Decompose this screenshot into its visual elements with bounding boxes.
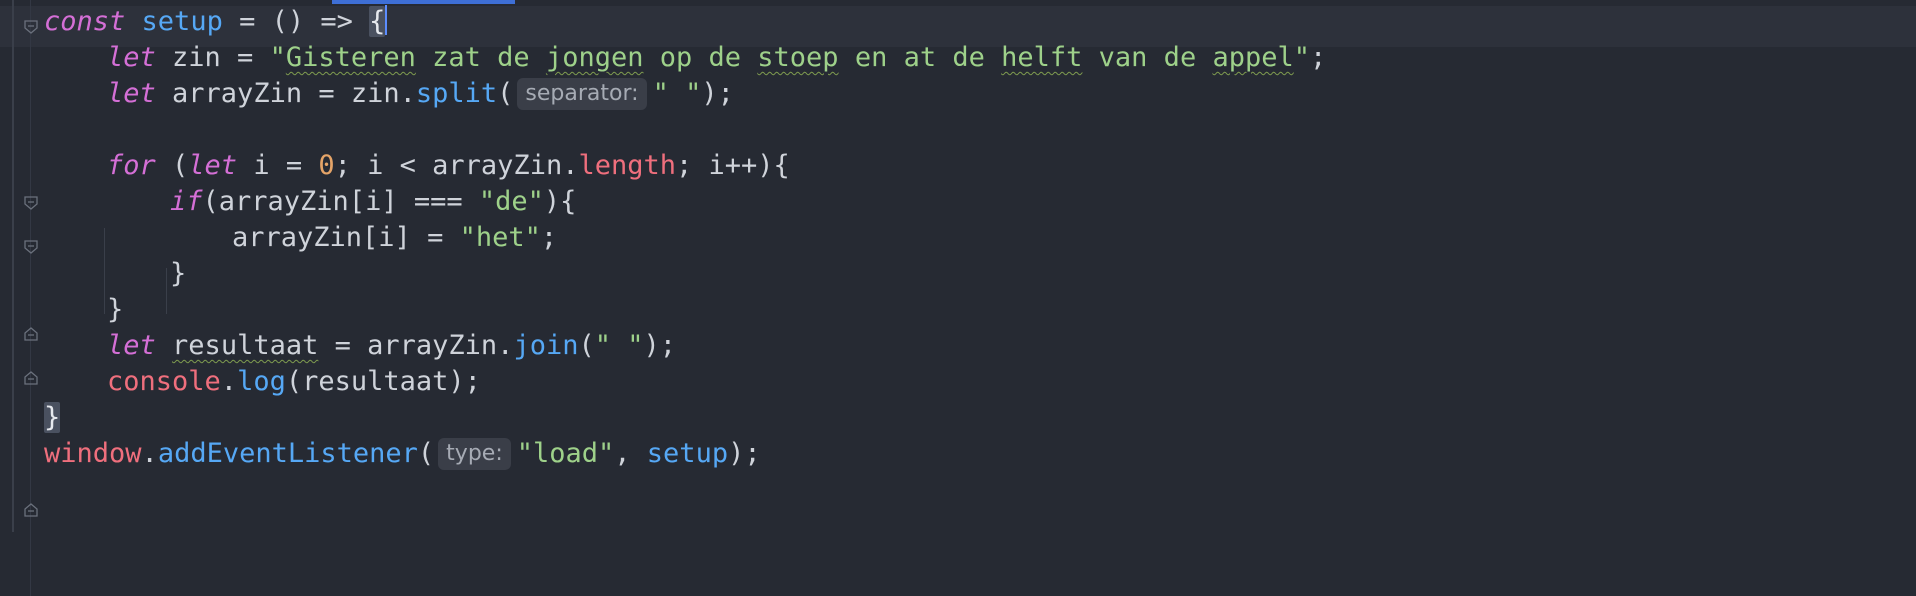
code-token: window [44, 438, 142, 469]
code-token: log [237, 366, 286, 397]
code-token: split [415, 78, 498, 109]
code-token: " " [652, 78, 702, 109]
code-token: ; [1310, 42, 1327, 73]
code-token: " [269, 42, 286, 73]
code-token: arrayZin[i] = [232, 222, 460, 253]
code-token: " " [594, 330, 644, 361]
code-token: let [107, 78, 156, 109]
code-token: appel [1212, 42, 1294, 73]
fold-open-icon[interactable] [24, 196, 38, 210]
gutter-scope-line [12, 0, 14, 532]
fold-open-icon[interactable] [24, 240, 38, 254]
code-line[interactable]: } [44, 290, 123, 330]
code-token: setup [141, 6, 223, 37]
code-token: addEventListener [157, 438, 418, 469]
code-token: setup [646, 438, 729, 469]
code-token: let [107, 330, 156, 361]
code-token: ( [497, 78, 514, 109]
code-line[interactable]: let zin = "Gisteren zat de jongen op de … [44, 38, 1326, 78]
code-editor[interactable]: const setup = () => {let zin = "Gisteren… [0, 0, 1916, 596]
code-token: en at de [838, 42, 1002, 73]
code-token: const [44, 6, 126, 37]
code-line[interactable]: let resultaat = arrayZin.join(" "); [44, 326, 676, 366]
code-token: ); [701, 78, 734, 109]
code-token: for [107, 150, 156, 181]
parameter-hint: type: [438, 438, 511, 470]
text-caret [385, 5, 388, 35]
code-token: ); [728, 438, 761, 469]
code-token: stoep [757, 42, 839, 73]
code-line[interactable]: arrayZin[i] = "het"; [44, 218, 557, 258]
code-token: ; [540, 222, 558, 253]
code-token: let [107, 42, 156, 73]
code-token: } [170, 258, 187, 289]
code-token: console [107, 366, 221, 397]
code-token: Gisteren [285, 42, 416, 73]
code-token: " [1293, 42, 1310, 73]
code-line[interactable]: window.addEventListener(type: "load", set… [44, 434, 761, 474]
code-token: op de [643, 42, 758, 73]
code-token: = () => [222, 6, 370, 37]
code-token: 0 [318, 150, 335, 181]
code-token: "de" [478, 186, 544, 217]
code-token: zin = [155, 42, 270, 73]
code-token: ( [578, 330, 595, 361]
code-token: join [513, 330, 579, 361]
code-token: helft [1001, 42, 1083, 73]
code-token: "het" [459, 222, 541, 253]
code-token: { [369, 6, 386, 37]
code-token: = arrayZin. [318, 330, 514, 361]
code-token: let [188, 150, 238, 181]
code-token: ( [417, 438, 435, 469]
code-token: if [170, 186, 203, 217]
code-token: (resultaat); [285, 366, 481, 397]
code-line[interactable]: console.log(resultaat); [44, 362, 481, 402]
fold-close-icon[interactable] [24, 371, 38, 385]
fold-open-icon[interactable] [24, 20, 38, 34]
code-token: ; i < arrayZin. [334, 150, 579, 181]
code-line[interactable]: const setup = () => { [44, 2, 388, 42]
code-token: . [141, 438, 158, 469]
code-line[interactable]: if(arrayZin[i] === "de"){ [44, 182, 576, 222]
code-token: ); [643, 330, 677, 361]
code-token: ; i++){ [676, 150, 790, 181]
code-token: zat de [415, 42, 546, 73]
code-token: "load" [516, 438, 615, 469]
code-token: (arrayZin[i] === [202, 186, 479, 217]
code-line[interactable]: for (let i = 0; i < arrayZin.length; i++… [44, 146, 790, 186]
parameter-hint: separator: [517, 78, 647, 110]
code-token: length [578, 150, 677, 181]
fold-close-icon[interactable] [24, 503, 38, 517]
fold-close-icon[interactable] [24, 327, 38, 341]
code-token: ( [155, 150, 189, 181]
code-token: van de [1082, 42, 1213, 73]
code-token: arrayZin = zin. [155, 78, 416, 109]
code-line[interactable]: } [44, 254, 186, 294]
code-token: i = [237, 150, 319, 181]
code-token: } [44, 402, 61, 433]
code-token: ){ [543, 186, 577, 217]
code-token: . [220, 366, 238, 397]
code-line[interactable]: } [44, 398, 61, 438]
code-line[interactable]: let arrayZin = zin.split(separator: " "); [44, 74, 734, 114]
code-token: resultaat [172, 330, 319, 361]
code-token: , [614, 438, 647, 469]
code-token: } [107, 294, 124, 325]
code-token: jongen [545, 42, 644, 73]
